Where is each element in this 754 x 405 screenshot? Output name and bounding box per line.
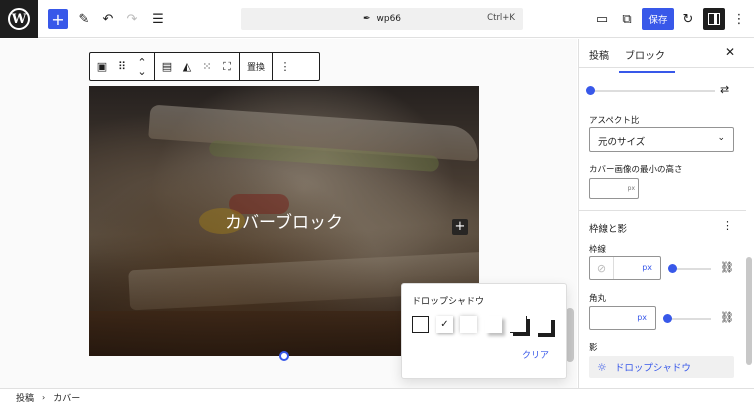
border-width-slider-thumb[interactable] [668,264,677,273]
more-options-icon[interactable]: ⋮ [729,9,749,29]
close-icon[interactable]: ✕ [725,45,735,59]
min-height-label: カバー画像の最小の高さ [589,165,683,175]
opacity-slider-track[interactable] [591,90,715,92]
block-toolbar: ▣ ⠿ ⌃ ⌄ ▤ ◭ ⁙ ⛶ 置換 ⋮ [89,52,320,81]
border-shadow-section-title[interactable]: 枠線と影 [589,221,627,235]
shadow-none-swatch[interactable] [412,316,429,333]
command-shortcut: Ctrl+K [487,13,515,23]
save-button[interactable]: 保存 [642,8,674,30]
document-icon: ✒ [362,14,371,24]
undo-icon[interactable]: ↶ [98,9,118,29]
document-title: wp66 [376,14,402,24]
shadow-label: 影 [589,343,598,353]
drop-shadow-button[interactable]: ☼ ドロップシャドウ [589,356,734,378]
add-block-button[interactable]: + [48,9,68,29]
move-down-icon[interactable]: ⌄ [137,66,146,77]
breadcrumb-separator-icon: › [42,392,46,402]
check-icon: ✓ [440,319,449,330]
cover-title-text[interactable]: カバーブロック [89,208,479,233]
block-breadcrumb: 投稿 › カバー [0,388,754,405]
shadow-icon: ☼ [597,360,607,374]
sidebar-tabs: 投稿 ブロック ✕ [579,39,754,73]
radius-label: 角丸 [589,294,607,304]
block-toolbar-group-tools: ▤ ◭ ⁙ ⛶ [155,53,240,80]
chevron-down-icon: ⌄ [717,133,725,143]
border-width-slider-track[interactable] [671,268,711,270]
tab-block[interactable]: ブロック [619,47,675,73]
settings-toggle-button[interactable] [703,8,725,30]
unlink-radius-icon[interactable]: ⛓ [720,311,734,324]
border-color-icon[interactable]: ⊘ [590,257,614,279]
drop-shadow-popover: ドロップシャドウ ✓ クリア [401,283,567,379]
border-unit[interactable]: px [642,263,652,272]
drop-shadow-button-label: ドロップシャドウ [614,363,691,374]
breadcrumb-cover[interactable]: カバー [53,391,80,404]
move-buttons: ⌃ ⌄ [132,53,152,80]
section-divider [579,210,746,211]
min-height-unit[interactable]: px [628,185,635,192]
aspect-ratio-select[interactable]: 元のサイズ ⌄ [589,127,734,152]
align-icon[interactable]: ▤ [157,53,177,80]
block-toolbar-group-options: ⋮ [273,53,297,80]
block-toolbar-group-parent: ▣ ⠿ ⌃ ⌄ [90,53,155,80]
cover-block-icon[interactable]: ▣ [92,53,112,80]
border-width-input[interactable]: ⊘ px [589,256,661,280]
border-shadow-options-icon[interactable]: ⋮ [722,219,733,232]
border-label: 枠線 [589,245,607,255]
unlink-sides-icon[interactable]: ⛓ [720,261,734,274]
redo-icon[interactable]: ↷ [122,9,142,29]
cover-resize-handle[interactable] [279,351,289,361]
clear-shadow-button[interactable]: クリア [522,348,549,361]
block-toolbar-group-replace: 置換 [240,53,274,80]
document-overview-icon[interactable]: ☰ [148,9,168,29]
wordpress-logo-icon: W [8,8,30,30]
fullscreen-icon[interactable]: ⛶ [217,53,237,80]
sidebar-panel-icon [708,13,720,25]
popover-title: ドロップシャドウ [412,297,485,307]
block-options-icon[interactable]: ⋮ [275,53,295,80]
shadow-sharp-swatch[interactable] [485,316,502,333]
focal-point-icon[interactable]: ⁙ [197,53,217,80]
settings-sidebar: 投稿 ブロック ✕ ⇄ アスペクト比 元のサイズ ⌄ カバー画像の最小の高さ p… [578,39,754,388]
aspect-ratio-label: アスペクト比 [589,116,640,126]
breadcrumb-post[interactable]: 投稿 [16,391,34,404]
tools-icon[interactable]: ✎ [74,9,94,29]
shadow-deep-swatch[interactable] [460,316,477,333]
shadow-crisp-swatch[interactable] [534,316,551,333]
inner-add-block-icon[interactable]: + [452,219,468,235]
canvas-scrollbar[interactable] [566,308,574,362]
view-post-external-icon[interactable]: ⧉ [617,9,637,29]
wordpress-logo-button[interactable]: W [0,0,38,38]
sidebar-scrollbar[interactable] [746,257,752,365]
aspect-ratio-value: 元のサイズ [598,137,646,148]
editor-top-bar: W + ✎ ↶ ↷ ☰ ✒ wp66 Ctrl+K ▭ ⧉ 保存 ↻ ⋮ [0,0,754,38]
replace-button[interactable]: 置換 [242,53,270,80]
revisions-icon[interactable]: ↻ [678,9,698,29]
drag-handle-icon[interactable]: ⠿ [112,53,132,80]
radius-unit[interactable]: px [637,313,647,322]
shadow-natural-swatch[interactable]: ✓ [436,316,453,333]
radius-input[interactable]: px [589,306,656,330]
custom-value-settings-icon[interactable]: ⇄ [720,83,729,96]
tab-post[interactable]: 投稿 [589,47,609,62]
min-height-input[interactable]: px [589,178,639,199]
command-palette-bar[interactable]: ✒ wp66 Ctrl+K [241,8,523,30]
view-device-icon[interactable]: ▭ [592,9,612,29]
contrast-icon[interactable]: ◭ [177,53,197,80]
opacity-slider-thumb[interactable] [586,86,595,95]
radius-slider-thumb[interactable] [663,314,672,323]
shadow-outlined-swatch[interactable] [510,316,527,333]
